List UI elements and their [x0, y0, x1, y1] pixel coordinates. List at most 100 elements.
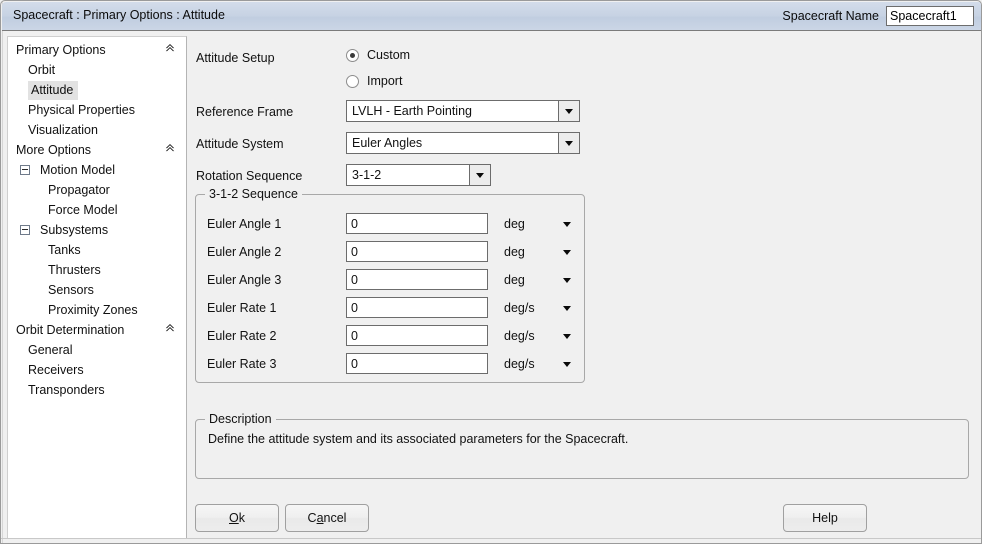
- chevron-down-icon: [562, 278, 571, 283]
- bottom-divider: [1, 538, 981, 539]
- sidebar-item-proximity-zones[interactable]: Proximity Zones: [8, 300, 186, 320]
- sidebar-item-label: Visualization: [28, 123, 98, 137]
- sidebar-item-more-options[interactable]: More Options: [8, 140, 186, 160]
- reference-frame-label: Reference Frame: [196, 105, 294, 119]
- sidebar-item-receivers[interactable]: Receivers: [8, 360, 186, 380]
- help-button-label: Help: [812, 511, 838, 525]
- sequence-row-unit-label: deg: [504, 273, 525, 287]
- sequence-row-input[interactable]: [346, 325, 488, 346]
- attitude-system-dropdown-button[interactable]: [558, 133, 579, 153]
- sidebar-item-label: Orbit: [28, 63, 56, 77]
- reference-frame-value: LVLH - Earth Pointing: [352, 104, 472, 118]
- sidebar-item-label: Primary Options: [16, 43, 106, 57]
- sidebar-item-force-model[interactable]: Force Model: [8, 200, 186, 220]
- sidebar-item-physical-properties[interactable]: Physical Properties: [8, 100, 186, 120]
- sequence-row-label: Euler Rate 2: [207, 329, 277, 343]
- sequence-group-title: 3-1-2 Sequence: [205, 187, 302, 201]
- main-panel: Attitude Setup Custom Import Reference F…: [191, 36, 977, 539]
- sequence-row-input[interactable]: [346, 213, 488, 234]
- radio-import-label: Import: [367, 74, 403, 88]
- sidebar-item-label: Motion Model: [40, 163, 116, 177]
- chevron-double-up-icon[interactable]: [164, 142, 178, 158]
- sidebar-item-thrusters[interactable]: Thrusters: [8, 260, 186, 280]
- description-group-title: Description: [205, 412, 276, 426]
- chevron-down-icon: [562, 362, 571, 367]
- attitude-system-combobox[interactable]: Euler Angles: [346, 132, 580, 154]
- sequence-row-unit-dropdown[interactable]: [561, 303, 572, 314]
- cancel-button-label: Cancel: [307, 511, 347, 525]
- sidebar-item-orbit-determination[interactable]: Orbit Determination: [8, 320, 186, 340]
- navigation-tree: Primary Options Orbit Attitude Physical Pro…: [8, 37, 186, 400]
- radio-option-custom[interactable]: Custom: [346, 48, 410, 62]
- sidebar-item-sensors[interactable]: Sensors: [8, 280, 186, 300]
- sequence-row-label: Euler Angle 3: [207, 273, 282, 287]
- sidebar-item-subsystems[interactable]: Subsystems: [8, 220, 186, 240]
- spacecraft-name-label: Spacecraft Name: [782, 9, 879, 23]
- radio-option-import[interactable]: Import: [346, 74, 402, 88]
- sidebar-item-label: Propagator: [48, 183, 110, 197]
- sequence-row-unit-dropdown[interactable]: [561, 275, 572, 286]
- chevron-down-icon: [562, 250, 571, 255]
- sequence-row-label: Euler Angle 1: [207, 217, 282, 231]
- sidebar-item-general[interactable]: General: [8, 340, 186, 360]
- sequence-row-input[interactable]: [346, 297, 488, 318]
- sequence-row-unit-dropdown[interactable]: [561, 247, 572, 258]
- chevron-down-icon: [562, 334, 571, 339]
- radio-custom-indicator[interactable]: [346, 48, 359, 62]
- cancel-button[interactable]: Cancel: [285, 504, 369, 532]
- sidebar-item-label: Force Model: [48, 203, 118, 217]
- spacecraft-name-input[interactable]: [886, 6, 974, 26]
- sidebar-item-label: Transponders: [28, 383, 105, 397]
- chevron-down-icon: [476, 172, 484, 178]
- sequence-row-unit-dropdown[interactable]: [561, 331, 572, 342]
- minus-box-icon[interactable]: [20, 165, 30, 175]
- reference-frame-dropdown-button[interactable]: [558, 101, 579, 121]
- sidebar-item-attitude[interactable]: Attitude: [8, 80, 186, 100]
- sequence-row-unit-label: deg: [504, 217, 525, 231]
- minus-box-icon[interactable]: [20, 225, 30, 235]
- sidebar-item-label: Thrusters: [48, 263, 101, 277]
- chevron-double-up-icon[interactable]: [164, 42, 178, 58]
- sidebar-item-tanks[interactable]: Tanks: [8, 240, 186, 260]
- radio-import-indicator[interactable]: [346, 74, 359, 88]
- sidebar-item-transponders[interactable]: Transponders: [8, 380, 186, 400]
- sequence-row-unit-dropdown[interactable]: [561, 219, 572, 230]
- sidebar-item-propagator[interactable]: Propagator: [8, 180, 186, 200]
- attitude-system-value: Euler Angles: [352, 136, 423, 150]
- sidebar-item-label: Proximity Zones: [48, 303, 138, 317]
- attitude-setup-label: Attitude Setup: [196, 51, 275, 65]
- sidebar-item-visualization[interactable]: Visualization: [8, 120, 186, 140]
- title-bar: Spacecraft : Primary Options : Attitude …: [2, 2, 981, 31]
- sequence-row-label: Euler Rate 1: [207, 301, 277, 315]
- sequence-row-input[interactable]: [346, 353, 488, 374]
- chevron-down-icon: [562, 306, 571, 311]
- sequence-row-unit-dropdown[interactable]: [561, 359, 572, 370]
- sequence-row-unit-label: deg/s: [504, 357, 535, 371]
- chevron-down-icon: [562, 222, 571, 227]
- sequence-row-unit-label: deg: [504, 245, 525, 259]
- ok-button-label: Ok: [229, 511, 245, 525]
- sidebar-item-orbit[interactable]: Orbit: [8, 60, 186, 80]
- sequence-row-unit-label: deg/s: [504, 301, 535, 315]
- sequence-row-input[interactable]: [346, 241, 488, 262]
- sidebar-item-label: Sensors: [48, 283, 94, 297]
- rotation-sequence-dropdown-button[interactable]: [469, 165, 490, 185]
- ok-button[interactable]: Ok: [195, 504, 279, 532]
- radio-custom-label: Custom: [367, 48, 411, 62]
- sidebar-item-primary-options[interactable]: Primary Options: [8, 40, 186, 60]
- sidebar-item-label: Tanks: [48, 243, 81, 257]
- help-button[interactable]: Help: [783, 504, 867, 532]
- sidebar-item-label: Attitude: [28, 81, 79, 100]
- attitude-system-label: Attitude System: [196, 137, 284, 151]
- sidebar-item-label: General: [28, 343, 73, 357]
- chevron-double-up-icon[interactable]: [164, 322, 178, 338]
- sequence-row-label: Euler Angle 2: [207, 245, 282, 259]
- rotation-sequence-combobox[interactable]: 3-1-2: [346, 164, 491, 186]
- description-group-box: Description: [195, 412, 969, 479]
- navigation-sidebar: Primary Options Orbit Attitude Physical Pro…: [7, 36, 187, 539]
- description-text: Define the attitude system and its assoc…: [208, 432, 629, 446]
- reference-frame-combobox[interactable]: LVLH - Earth Pointing: [346, 100, 580, 122]
- sequence-row-input[interactable]: [346, 269, 488, 290]
- sidebar-item-motion-model[interactable]: Motion Model: [8, 160, 186, 180]
- sidebar-item-label: Subsystems: [40, 223, 109, 237]
